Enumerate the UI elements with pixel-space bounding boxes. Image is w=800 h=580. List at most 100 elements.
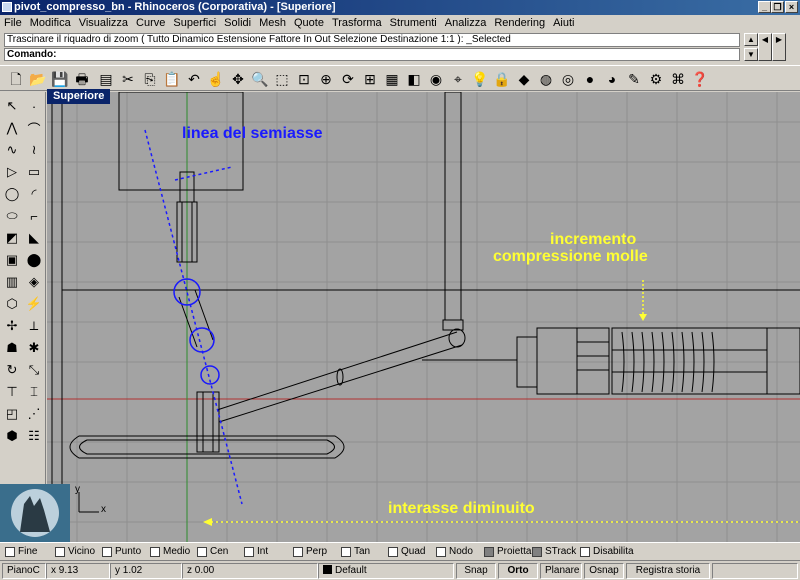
- cut-icon[interactable]: ✂: [118, 69, 138, 89]
- rotate-icon[interactable]: ↻: [2, 360, 22, 380]
- menu-curve[interactable]: Curve: [132, 15, 169, 31]
- dimension-icon[interactable]: ⊤: [2, 382, 22, 402]
- sketch-curve-icon[interactable]: ≀: [24, 140, 44, 160]
- explode-icon[interactable]: ✱: [24, 338, 44, 358]
- osnap-punto-checkbox[interactable]: [102, 547, 112, 557]
- history-scroll-left-button[interactable]: ◀: [758, 33, 772, 61]
- osnap-strack-checkbox[interactable]: [532, 547, 542, 557]
- osnap-disabilita[interactable]: Disabilita: [580, 546, 634, 558]
- shaded-sphere-icon[interactable]: ●: [580, 69, 600, 89]
- extrude-solid-icon[interactable]: ◈: [24, 272, 44, 292]
- menu-strumenti[interactable]: Strumenti: [386, 15, 441, 31]
- ortho-toggle[interactable]: Orto: [498, 563, 538, 579]
- osnap-medio[interactable]: Medio: [150, 546, 190, 558]
- osnap-toggle[interactable]: Osnap: [584, 563, 624, 579]
- surface-corner-icon[interactable]: ◩: [2, 228, 22, 248]
- snap-toggle[interactable]: Snap: [456, 563, 496, 579]
- menu-analizza[interactable]: Analizza: [441, 15, 491, 31]
- osnap-quad-checkbox[interactable]: [388, 547, 398, 557]
- select-icon[interactable]: ⌖: [448, 69, 468, 89]
- interpolate-curve-icon[interactable]: ∿: [2, 140, 22, 160]
- minimize-button[interactable]: _: [758, 1, 771, 13]
- undo-icon[interactable]: ↶: [184, 69, 204, 89]
- osnap-int-checkbox[interactable]: [244, 547, 254, 557]
- rectangle-icon[interactable]: ▭: [24, 162, 44, 182]
- osnap-perp[interactable]: Perp: [293, 546, 327, 558]
- color-wheel-icon[interactable]: ◍: [536, 69, 556, 89]
- close-button[interactable]: ×: [785, 1, 798, 13]
- control-points-icon[interactable]: ⋰: [24, 404, 44, 424]
- named-view-icon[interactable]: ◧: [404, 69, 424, 89]
- render-sphere-icon[interactable]: ◕: [602, 69, 622, 89]
- current-layer[interactable]: Default: [318, 563, 454, 579]
- viewport-title-tab[interactable]: Superiore: [47, 89, 111, 104]
- history-scroll-up-button[interactable]: ▲: [744, 33, 758, 46]
- ellipse-icon[interactable]: ⬭: [2, 206, 22, 226]
- zoom-window-icon[interactable]: ⬚: [272, 69, 292, 89]
- viewport-superiore[interactable]: x y linea del semiasse incremento compre…: [47, 92, 800, 542]
- wireframe-sphere-icon[interactable]: ◎: [558, 69, 578, 89]
- rotate-view-icon[interactable]: ⟳: [338, 69, 358, 89]
- osnap-punto[interactable]: Punto: [102, 546, 141, 558]
- osnap-quad[interactable]: Quad: [388, 546, 425, 558]
- osnap-vicino-checkbox[interactable]: [55, 547, 65, 557]
- menu-visualizza[interactable]: Visualizza: [75, 15, 132, 31]
- restore-button[interactable]: ❐: [771, 1, 784, 13]
- menu-quote[interactable]: Quote: [290, 15, 328, 31]
- menu-file[interactable]: File: [0, 15, 26, 31]
- polyline-icon[interactable]: ⋀: [2, 118, 22, 138]
- fillet-curve-icon[interactable]: ⌐: [24, 206, 44, 226]
- history-scroll-down-button[interactable]: ▼: [744, 48, 758, 61]
- osnap-perp-checkbox[interactable]: [293, 547, 303, 557]
- rectangle-tool-icon[interactable]: ▷: [2, 162, 22, 182]
- menu-rendering[interactable]: Rendering: [490, 15, 549, 31]
- osnap-fine-checkbox[interactable]: [5, 547, 15, 557]
- osnap-vicino[interactable]: Vicino: [55, 546, 95, 558]
- scale-icon[interactable]: ⤡: [24, 360, 44, 380]
- osnap-fine[interactable]: Fine: [5, 546, 37, 558]
- osnap-nodo[interactable]: Nodo: [436, 546, 473, 558]
- menu-superfici[interactable]: Superfici: [169, 15, 220, 31]
- zoom-extents-icon[interactable]: ⊡: [294, 69, 314, 89]
- record-history-toggle[interactable]: Registra storia: [626, 563, 710, 579]
- render-cube-icon[interactable]: ⬢: [2, 426, 22, 446]
- options-gear-icon[interactable]: ⚙: [646, 69, 666, 89]
- light-bulb-icon[interactable]: 💡: [470, 69, 490, 89]
- new-file-icon[interactable]: 🗋: [6, 69, 26, 89]
- menu-solidi[interactable]: Solidi: [220, 15, 255, 31]
- point-icon[interactable]: ·: [24, 96, 44, 116]
- properties-icon[interactable]: ▤: [96, 69, 116, 89]
- cplane-icon[interactable]: ▦: [382, 69, 402, 89]
- osnap-proietta-checkbox[interactable]: [484, 547, 494, 557]
- osnap-cen-checkbox[interactable]: [197, 547, 207, 557]
- curve-points-icon[interactable]: ⌒: [24, 118, 44, 138]
- circle-icon[interactable]: ◯: [2, 184, 22, 204]
- open-folder-icon[interactable]: 📂: [28, 69, 48, 89]
- osnap-int[interactable]: Int: [244, 546, 268, 558]
- zoom-selected-icon[interactable]: ⊕: [316, 69, 336, 89]
- text-icon[interactable]: ⌶: [24, 382, 44, 402]
- move-icon[interactable]: ✢: [2, 316, 22, 336]
- paint-brush-icon[interactable]: ✎: [624, 69, 644, 89]
- osnap-medio-checkbox[interactable]: [150, 547, 160, 557]
- copy-icon[interactable]: ⎘: [140, 69, 160, 89]
- plugin-icon[interactable]: ⌘: [668, 69, 688, 89]
- analyze-icon[interactable]: ◰: [2, 404, 22, 424]
- osnap-nodo-checkbox[interactable]: [436, 547, 446, 557]
- menu-aiuti[interactable]: Aiuti: [549, 15, 578, 31]
- mesh-icon[interactable]: ⬡: [2, 294, 22, 314]
- osnap-tan[interactable]: Tan: [341, 546, 370, 558]
- arc-icon[interactable]: ◜: [24, 184, 44, 204]
- print-icon[interactable]: 🖶: [72, 69, 92, 89]
- zoom-dynamic-icon[interactable]: 🔍: [250, 69, 270, 89]
- osnap-cen[interactable]: Cen: [197, 546, 228, 558]
- menu-mesh[interactable]: Mesh: [255, 15, 290, 31]
- camera-icon[interactable]: ◉: [426, 69, 446, 89]
- cylinder-solid-icon[interactable]: ▥: [2, 272, 22, 292]
- planar-toggle[interactable]: Planare: [540, 563, 582, 579]
- extrude-surface-icon[interactable]: ◣: [24, 228, 44, 248]
- trim-icon[interactable]: ⟂: [24, 316, 44, 336]
- osnap-disabilita-checkbox[interactable]: [580, 547, 590, 557]
- save-icon[interactable]: 💾: [50, 69, 70, 89]
- boolean-icon[interactable]: ⚡: [24, 294, 44, 314]
